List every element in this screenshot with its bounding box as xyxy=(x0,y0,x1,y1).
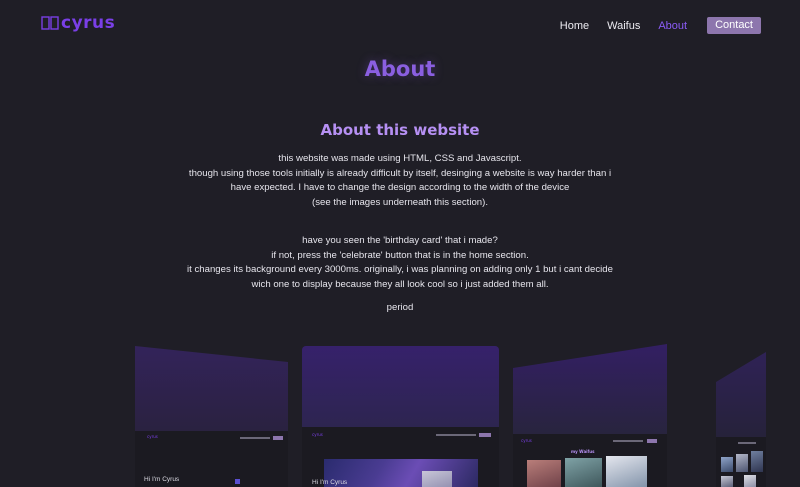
mini-logo: cyrus xyxy=(312,432,323,437)
mini-heading: Hi I'm Cyrus xyxy=(312,479,348,486)
page: cyrus Home Waifus About Contact About Ab… xyxy=(0,0,800,487)
mini-thumbnail xyxy=(565,458,602,487)
preview-card-body: cyrus Hi I'm Cyrus xyxy=(135,431,288,487)
paragraph-line: it changes its background every 3000ms. … xyxy=(187,264,613,290)
nav-home[interactable]: Home xyxy=(560,20,589,32)
mini-thumbnail xyxy=(721,476,733,487)
paragraph-line: this website was made using HTML, CSS an… xyxy=(278,153,522,164)
preview-gallery: cyrus Hi I'm Cyrus cyrus Hi I'm Cyrus cy… xyxy=(0,340,800,487)
mini-section-heading: my Waifus xyxy=(571,449,595,454)
nav-waifus[interactable]: Waifus xyxy=(607,20,640,32)
mini-logo: cyrus xyxy=(521,438,532,443)
preview-card-header xyxy=(302,346,499,427)
main-nav: Home Waifus About Contact xyxy=(542,17,761,34)
preview-card-3[interactable]: cyrus my Waifus xyxy=(513,344,667,487)
site-logo[interactable]: cyrus xyxy=(41,13,115,33)
mini-contact-button xyxy=(479,433,491,437)
preview-card-header xyxy=(135,346,288,431)
mini-nav xyxy=(436,434,476,436)
preview-card-4[interactable] xyxy=(716,352,766,487)
mini-nav xyxy=(613,440,643,442)
preview-card-2[interactable]: cyrus Hi I'm Cyrus xyxy=(302,346,499,487)
logo-text: cyrus xyxy=(61,13,116,33)
mini-nav xyxy=(240,437,270,439)
section-title: About this website xyxy=(320,121,480,139)
nav-about[interactable]: About xyxy=(658,20,687,32)
mini-icon xyxy=(235,479,240,484)
mini-thumbnail xyxy=(606,456,647,487)
book-logo-icon xyxy=(41,16,59,30)
mini-heading: Hi I'm Cyrus xyxy=(144,476,180,483)
preview-card-body xyxy=(716,437,766,487)
paragraph-line: (see the images underneath this section)… xyxy=(312,196,488,208)
contact-button[interactable]: Contact xyxy=(707,17,761,34)
preview-card-header xyxy=(716,352,766,437)
mini-logo: cyrus xyxy=(147,434,158,439)
mini-contact-button xyxy=(647,439,657,443)
page-title: About xyxy=(364,57,436,81)
paragraph-period: period xyxy=(386,302,414,313)
paragraph-tools: this website was made using HTML, CSS an… xyxy=(185,152,615,210)
paragraph-line: though using those tools initially is al… xyxy=(188,167,612,194)
mini-thumbnail xyxy=(736,454,748,472)
preview-card-body: cyrus Hi I'm Cyrus xyxy=(302,427,499,487)
preview-card-body: cyrus my Waifus xyxy=(513,434,667,487)
mini-nav xyxy=(738,442,756,444)
mini-contact-button xyxy=(273,436,283,440)
preview-card-header xyxy=(513,344,667,434)
mini-hero-figure xyxy=(422,471,452,487)
preview-card-1[interactable]: cyrus Hi I'm Cyrus xyxy=(135,346,288,487)
mini-thumbnail xyxy=(751,451,763,472)
mini-thumbnail xyxy=(527,460,561,487)
mini-thumbnail xyxy=(721,457,733,472)
paragraph-line: if not, press the 'celebrate' button tha… xyxy=(271,249,529,261)
paragraph-birthday-card: have you seen the 'birthday card' that i… xyxy=(185,234,615,292)
mini-thumbnail xyxy=(744,475,756,487)
paragraph-line: have you seen the 'birthday card' that i… xyxy=(302,235,498,246)
